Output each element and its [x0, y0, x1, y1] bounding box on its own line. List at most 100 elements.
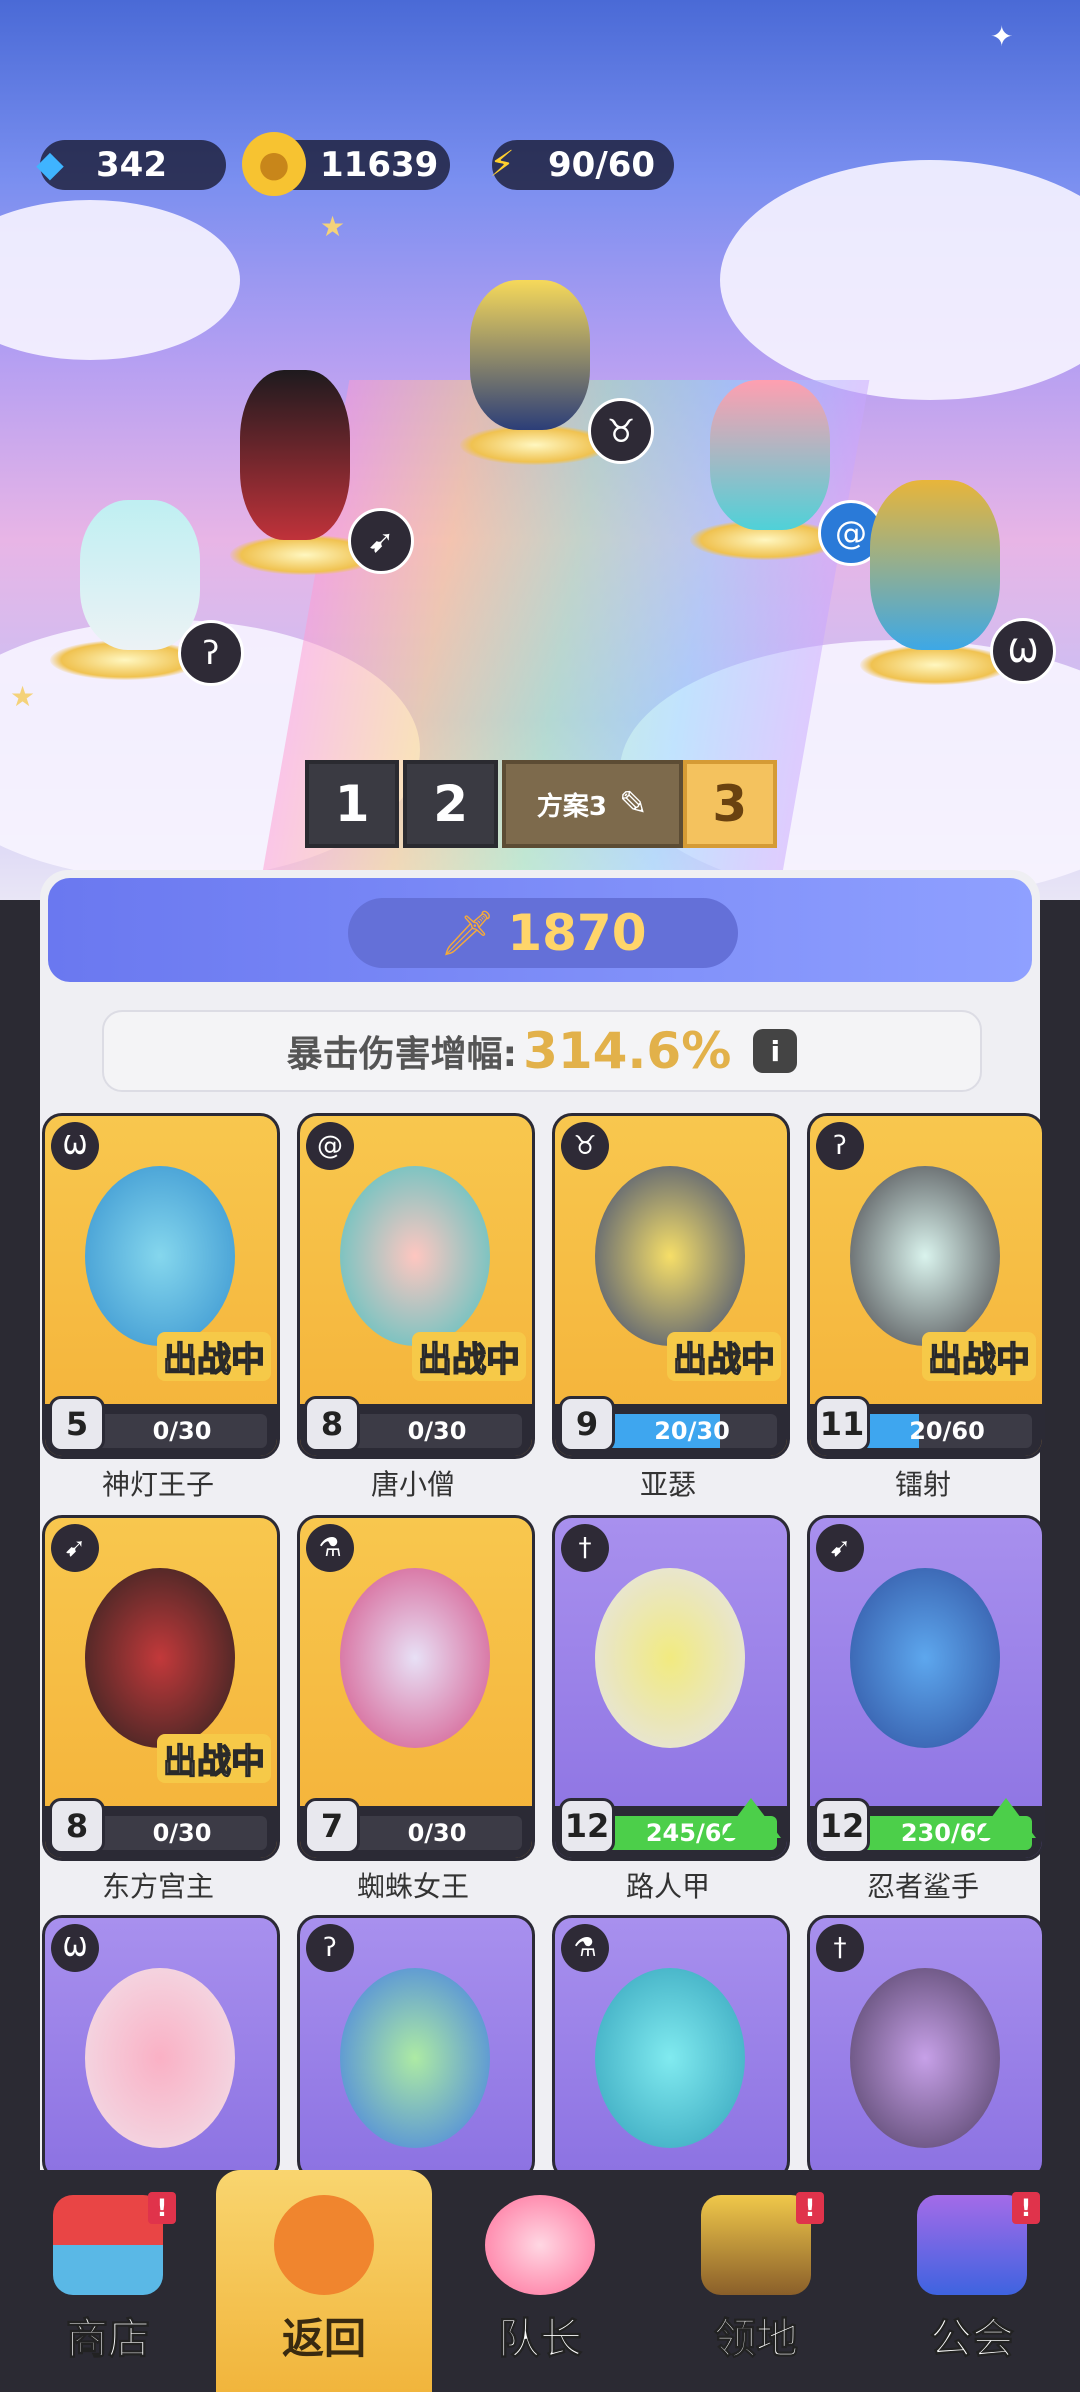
bow-icon: ➹ [816, 1524, 864, 1572]
crit-value: 314.6% [523, 1022, 732, 1080]
hero-portrait [595, 1166, 745, 1346]
hero-portrait [850, 1968, 1000, 2148]
hero-portrait [850, 1166, 1000, 1346]
nav-territory-label: 领地 [713, 2314, 798, 2364]
tab-plan-2[interactable]: 2 [403, 760, 498, 848]
hero-card[interactable]: † 245/60 12 [552, 1515, 790, 1861]
hero-card[interactable]: ʔ 出战中 20/60 11 [807, 1113, 1045, 1459]
level-badge: 8 [304, 1396, 360, 1452]
nav-shop-label: 商店 [65, 2314, 150, 2364]
nav-territory[interactable]: 领地 ! [648, 2170, 864, 2392]
hero-lamp-prince[interactable] [870, 480, 1000, 650]
potion-icon: ⚗ [561, 1924, 609, 1972]
hero-name: 蜘蛛女王 [356, 1870, 469, 1903]
hero-tang-monk[interactable] [710, 380, 830, 530]
upgrade-arrow-icon[interactable] [721, 1798, 781, 1838]
hero-card[interactable]: @ 出战中 0/30 8 [297, 1113, 535, 1459]
hero-portrait [340, 1568, 490, 1748]
hero-card[interactable]: Ѡ [42, 1915, 280, 2181]
level-badge: 12 [559, 1798, 615, 1854]
alert-badge: ! [148, 2192, 176, 2224]
cloud [720, 160, 1080, 400]
guild-icon [917, 2195, 1027, 2295]
cloud [0, 200, 240, 360]
shard-progress-text: 20/60 [909, 1417, 985, 1445]
shard-progress-text: 0/30 [152, 1417, 212, 1445]
hero-platform [860, 645, 1010, 685]
hero-name: 路人甲 [625, 1870, 710, 1903]
hero-card[interactable]: ♉ 出战中 20/30 9 [552, 1113, 790, 1459]
info-icon[interactable]: i [753, 1029, 798, 1073]
bottom-nav: 商店 ! 返回 队长 领地 ! 公会 ! [0, 2170, 1080, 2392]
alert-badge: ! [796, 2192, 824, 2224]
tab-plan-3[interactable]: 3 [682, 760, 778, 848]
hero-card[interactable]: † [807, 1915, 1045, 2181]
wings-icon: Ѡ [51, 1924, 99, 1972]
magic-icon: ʔ [306, 1924, 354, 1972]
tab-plan-1[interactable]: 1 [305, 760, 400, 848]
sword-icon: † [816, 1924, 864, 1972]
captain-icon [485, 2195, 595, 2295]
level-badge: 5 [49, 1396, 105, 1452]
hero-card[interactable]: ⚗ [552, 1915, 790, 2181]
upgrade-arrow-icon[interactable] [976, 1798, 1036, 1838]
hero-arthur[interactable] [470, 280, 590, 430]
hero-eastern-palace[interactable] [240, 370, 350, 540]
plan-tabs: 1 2 方案3 ✎ 3 [305, 760, 778, 848]
plan-name-label: 方案3 [536, 791, 607, 822]
hero-card[interactable]: ➹ 230/60 12 [807, 1515, 1045, 1861]
hero-card[interactable]: ʔ [297, 1915, 535, 2181]
energy-counter[interactable]: ⚡ 90/60 [489, 140, 674, 190]
wings-icon: Ѡ [990, 618, 1056, 684]
hero-name: 唐小僧 [370, 1468, 455, 1501]
gems-counter[interactable]: ◆ 342 [36, 140, 226, 190]
hero-name: 镭射 [894, 1468, 951, 1501]
hero-portrait [850, 1568, 1000, 1748]
hero-laser[interactable] [80, 500, 200, 650]
nav-captain-label: 队长 [497, 2314, 582, 2364]
bull-icon: ♉ [561, 1122, 609, 1170]
hero-portrait [595, 1568, 745, 1748]
coins-counter[interactable]: ● 11639 [242, 132, 450, 196]
spiral-icon: @ [306, 1122, 354, 1170]
level-badge: 11 [814, 1396, 870, 1452]
hero-name: 亚瑟 [639, 1468, 696, 1501]
star-icon: ✦ [990, 20, 1014, 53]
nav-guild[interactable]: 公会 ! [864, 2170, 1080, 2392]
level-badge: 7 [304, 1798, 360, 1854]
door-icon [701, 2195, 811, 2295]
lightning-icon: ⚡ [489, 143, 515, 185]
nav-shop[interactable]: 商店 ! [0, 2170, 216, 2392]
hero-portrait [85, 1166, 235, 1346]
plan-name-edit[interactable]: 方案3 ✎ [501, 760, 683, 848]
deployed-badge: 出战中 [412, 1332, 526, 1381]
nav-captain[interactable]: 队长 [432, 2170, 648, 2392]
hero-card[interactable]: ➹ 出战中 0/30 8 [42, 1515, 280, 1861]
shard-progress-text: 20/30 [654, 1417, 730, 1445]
hero-card[interactable]: Ѡ 出战中 0/30 5 [42, 1113, 280, 1459]
sword-icon: † [561, 1524, 609, 1572]
hero-portrait [85, 1968, 235, 2148]
wings-icon: Ѡ [51, 1122, 99, 1170]
return-icon [274, 2195, 374, 2295]
level-badge: 8 [49, 1798, 105, 1854]
magic-icon: ʔ [816, 1122, 864, 1170]
potion-icon: ⚗ [306, 1524, 354, 1572]
hero-portrait [340, 1968, 490, 2148]
coins-value: 11639 [320, 145, 439, 185]
power-pill: 🗡 1870 [348, 898, 738, 968]
hero-portrait [595, 1968, 745, 2148]
shop-icon [53, 2195, 163, 2295]
nav-back-label: 返回 [281, 2314, 366, 2363]
deployed-badge: 出战中 [157, 1332, 271, 1381]
energy-value: 90/60 [548, 145, 656, 185]
power-value: 1870 [507, 904, 647, 962]
star-icon: ★ [320, 210, 346, 243]
hero-name: 东方宫主 [101, 1870, 214, 1903]
hero-portrait [340, 1166, 490, 1346]
nav-back[interactable]: 返回 [216, 2170, 432, 2392]
bull-icon: ♉ [588, 398, 654, 464]
edit-icon: ✎ [619, 784, 648, 824]
hero-card[interactable]: ⚗ 0/30 7 [297, 1515, 535, 1861]
gem-icon: ◆ [36, 143, 64, 185]
